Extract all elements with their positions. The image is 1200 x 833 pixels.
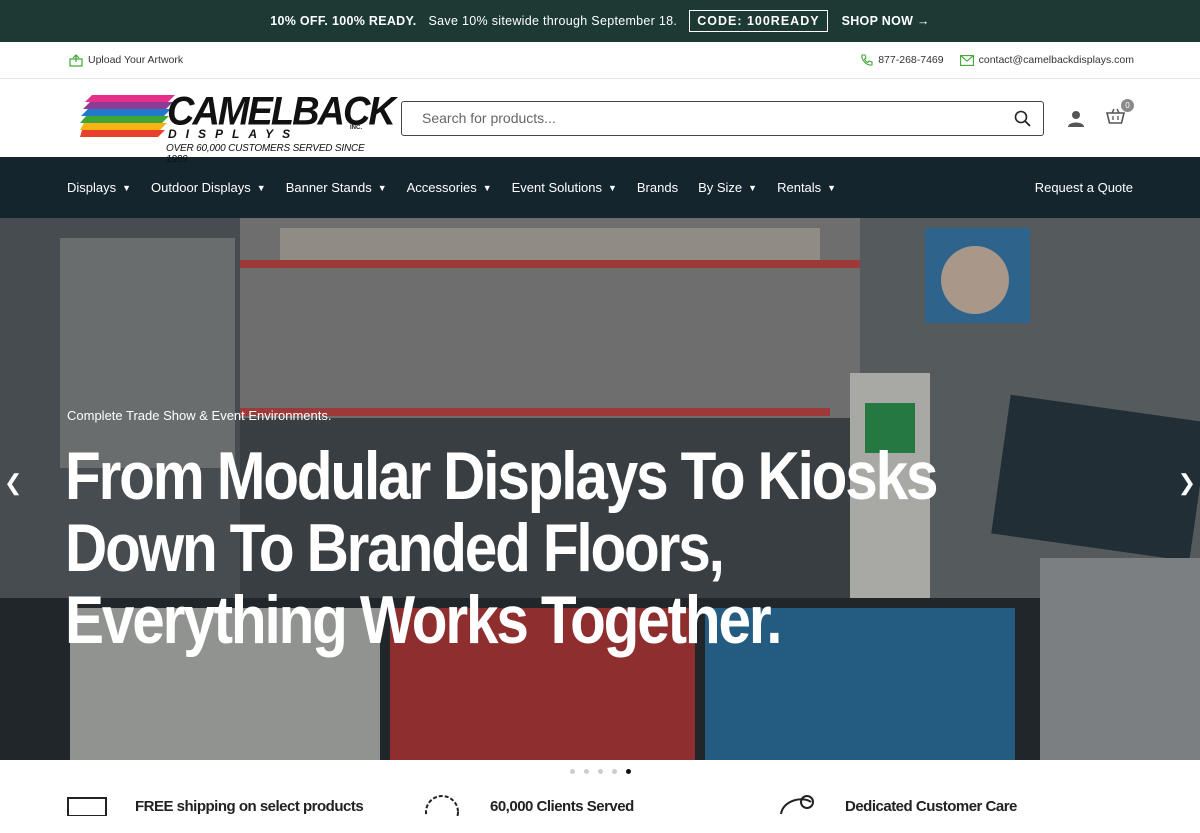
nav-item-label: Event Solutions [511, 180, 602, 195]
feature-item: FREE shipping on select products [67, 782, 422, 833]
nav-item-displays[interactable]: Displays ▼ [67, 180, 131, 195]
nav-item-label: Displays [67, 180, 117, 195]
contact-links: 877-268-7469 contact@camelbackdisplays.c… [860, 53, 1134, 67]
search-input[interactable] [422, 110, 982, 126]
feature-item: 60,000 Clients Served [422, 782, 777, 833]
upload-icon [69, 53, 83, 67]
nav-item-label: Outdoor Displays [151, 180, 251, 195]
nav-item-by-size[interactable]: By Size ▼ [698, 180, 757, 195]
nav-item-label: Brands [636, 180, 679, 195]
chevron-down-icon: ▼ [122, 182, 132, 193]
support-icon [780, 795, 814, 815]
slider-dot-active[interactable] [625, 768, 631, 774]
hero-slider: Complete Trade Show & Event Environments… [0, 218, 1200, 760]
request-quote-link[interactable]: Request a Quote [1035, 180, 1133, 195]
email-address: contact@camelbackdisplays.com [978, 54, 1134, 66]
chevron-down-icon: ▼ [607, 182, 617, 193]
nav-item-rentals[interactable]: Rentals ▼ [777, 180, 836, 195]
site-header: CAMELBACK DISPLAYS INC. OVER 60,000 CUST… [0, 79, 1200, 165]
nav-menu: Displays ▼ Outdoor Displays ▼ Banner Stand… [67, 180, 836, 195]
slider-dot[interactable] [583, 768, 589, 774]
nav-item-outdoor-displays[interactable]: Outdoor Displays ▼ [151, 180, 266, 195]
feature-text: Dedicated Customer Care [845, 798, 1017, 815]
nav-item-brands[interactable]: Brands [637, 180, 678, 195]
promo-details: Save 10% sitewide through September 18. [428, 14, 678, 28]
cart-count-badge: 0 [1121, 98, 1134, 112]
main-nav: Displays ▼ Outdoor Displays ▼ Banner Stand… [0, 157, 1200, 218]
nav-item-accessories[interactable]: Accessories ▼ [407, 180, 492, 195]
account-icon[interactable] [1068, 110, 1084, 127]
hero-kicker: Complete Trade Show & Event Environments… [67, 408, 332, 423]
badge-icon [425, 795, 459, 816]
cart-button[interactable]: 0 [1105, 98, 1134, 129]
feature-strip: FREE shipping on select products 60,000 … [0, 782, 1200, 833]
upload-artwork-link[interactable]: Upload Your Artwork [69, 53, 184, 67]
slider-dots [0, 760, 1200, 782]
truck-icon [67, 797, 107, 816]
camelback-logo[interactable]: CAMELBACK DISPLAYS INC. OVER 60,000 CUST… [80, 87, 396, 165]
mail-icon [959, 54, 974, 66]
slider-dot[interactable] [569, 768, 575, 774]
feature-text: 60,000 Clients Served [490, 798, 634, 815]
logo-tagline: OVER 60,000 CUSTOMERS SERVED SINCE 1999 [166, 143, 365, 165]
phone-link[interactable]: 877-268-7469 [860, 53, 944, 67]
upload-artwork-label: Upload Your Artwork [88, 54, 184, 66]
chevron-down-icon: ▼ [482, 182, 492, 193]
promo-code: CODE: 100READY [689, 10, 828, 32]
chevron-down-icon: ▼ [748, 182, 758, 193]
nav-item-banner-stands[interactable]: Banner Stands ▼ [286, 180, 387, 195]
nav-item-label: Accessories [406, 180, 477, 195]
search-icon[interactable] [1014, 110, 1031, 127]
slider-next-arrow-icon[interactable]: ❯ [1178, 470, 1196, 496]
feature-text: FREE shipping on select products [135, 798, 364, 815]
shop-now-link[interactable]: SHOP NOW → [842, 14, 930, 28]
utility-bar: Upload Your Artwork 877-268-7469 contact… [0, 42, 1200, 79]
email-link[interactable]: contact@camelbackdisplays.com [959, 54, 1134, 67]
header-icons: 0 [1068, 98, 1134, 129]
slider-dot[interactable] [597, 768, 603, 774]
promo-bar: 10% OFF. 100% READY. Save 10% sitewide t… [0, 0, 1200, 42]
chevron-down-icon: ▼ [377, 182, 387, 193]
nav-item-label: By Size [698, 180, 743, 195]
chevron-down-icon: ▼ [256, 182, 266, 193]
phone-number: 877-268-7469 [878, 54, 944, 66]
hero-headline: From Modular Displays To Kiosks Down To … [65, 438, 939, 658]
promo-headline: 10% OFF. 100% READY. [270, 14, 417, 28]
logo-stripes [80, 95, 175, 137]
logo-inc: INC. [350, 125, 362, 131]
phone-icon [861, 53, 873, 66]
nav-item-label: Banner Stands [285, 180, 372, 195]
logo-subtitle: DISPLAYS [168, 127, 300, 141]
search-box [401, 100, 1044, 136]
slider-prev-arrow-icon[interactable]: ❮ [4, 470, 22, 496]
chevron-down-icon: ▼ [827, 182, 837, 193]
feature-item: Dedicated Customer Care [777, 782, 1132, 833]
nav-item-label: Rentals [777, 180, 822, 195]
slider-dot[interactable] [611, 768, 617, 774]
nav-item-event-solutions[interactable]: Event Solutions ▼ [512, 180, 617, 195]
